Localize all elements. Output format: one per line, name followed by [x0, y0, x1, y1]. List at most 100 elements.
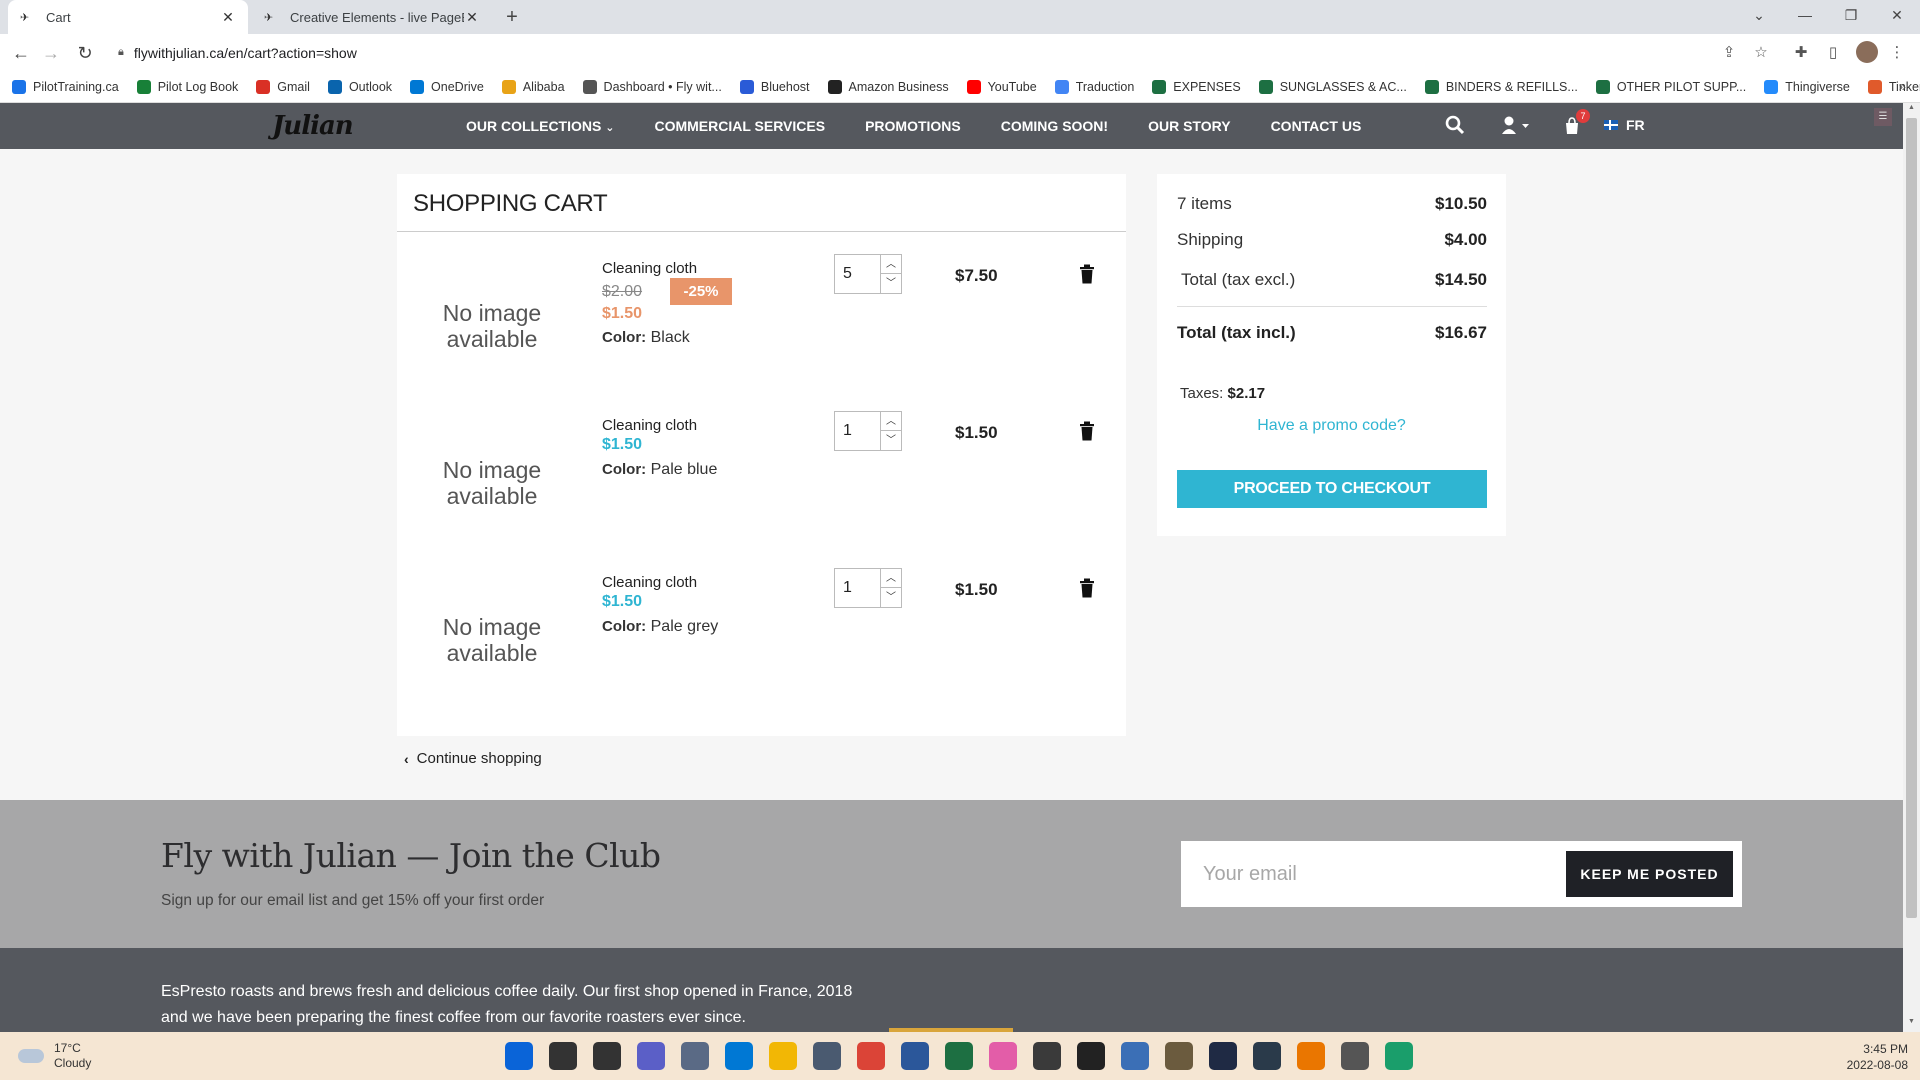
- bookmark-item[interactable]: SUNGLASSES & AC...: [1258, 79, 1407, 94]
- itunes-icon[interactable]: [989, 1042, 1017, 1070]
- chevron-down-icon[interactable]: ﹀: [881, 431, 901, 450]
- chevron-down-icon[interactable]: ﹀: [881, 274, 901, 293]
- search-icon[interactable]: [1445, 115, 1465, 140]
- reload-button[interactable]: ↻: [72, 40, 98, 66]
- bookmark-item[interactable]: OneDrive: [410, 79, 484, 94]
- weather-widget[interactable]: 17°C Cloudy: [18, 1041, 91, 1071]
- blender-icon[interactable]: [1297, 1042, 1325, 1070]
- newsletter-title: Fly with Julian — Join the Club: [161, 836, 661, 875]
- search-app-icon[interactable]: [1341, 1042, 1369, 1070]
- keep-me-posted-button[interactable]: KEEP ME POSTED: [1566, 851, 1733, 897]
- tab-search-icon[interactable]: ⌄: [1736, 0, 1782, 30]
- nav-contact-us[interactable]: CONTACT US: [1271, 118, 1362, 134]
- more-bookmarks-icon[interactable]: »: [1899, 79, 1906, 94]
- product-name[interactable]: Cleaning cloth: [602, 574, 697, 591]
- editor-menu-icon[interactable]: ☰: [1874, 108, 1892, 126]
- task-view-icon[interactable]: [593, 1042, 621, 1070]
- bookmark-item[interactable]: Gmail: [256, 79, 310, 94]
- scrollbar-thumb[interactable]: [1906, 118, 1917, 918]
- restore-button[interactable]: ❐: [1828, 0, 1874, 30]
- cricut-icon[interactable]: [1385, 1042, 1413, 1070]
- nav-promotions[interactable]: PROMOTIONS: [865, 118, 961, 134]
- product-name[interactable]: Cleaning cloth: [602, 417, 697, 434]
- email-field[interactable]: [1181, 841, 1561, 907]
- resolve-icon[interactable]: [1209, 1042, 1237, 1070]
- gimp-icon[interactable]: [1165, 1042, 1193, 1070]
- bookmark-item[interactable]: YouTube: [966, 79, 1037, 94]
- close-tab-icon[interactable]: ✕: [464, 9, 480, 26]
- bookmark-item[interactable]: BINDERS & REFILLS...: [1424, 79, 1578, 94]
- nav-our-collections[interactable]: OUR COLLECTIONS ⌄: [466, 118, 614, 134]
- lock-icon[interactable]: 🔒︎: [118, 46, 124, 59]
- summary-value: $4.00: [1444, 230, 1487, 249]
- trash-icon[interactable]: [1079, 264, 1095, 284]
- trash-icon[interactable]: [1079, 578, 1095, 598]
- bookmark-item[interactable]: Thingiverse: [1764, 79, 1850, 94]
- minimize-button[interactable]: —: [1782, 0, 1828, 30]
- snipping-tool-icon[interactable]: [725, 1042, 753, 1070]
- inkscape-icon[interactable]: [1077, 1042, 1105, 1070]
- extensions-icon[interactable]: ✚: [1790, 42, 1812, 64]
- product-image-placeholder: No image available: [442, 614, 542, 666]
- bookmark-item[interactable]: Tinkercad: [1867, 79, 1920, 94]
- site-logo[interactable]: Julian: [272, 111, 354, 141]
- notepad-icon[interactable]: [1121, 1042, 1149, 1070]
- trash-icon[interactable]: [1079, 421, 1095, 441]
- promo-code-link[interactable]: Have a promo code?: [1157, 417, 1506, 435]
- system-clock[interactable]: 3:45 PM 2022-08-08: [1847, 1041, 1908, 1073]
- bookmark-item[interactable]: Amazon Business: [827, 79, 949, 94]
- url-bar[interactable]: 🔒︎ flywithjulian.ca/en/cart?action=show: [108, 38, 1778, 67]
- scroll-down-arrow-icon[interactable]: ▼: [1906, 1018, 1917, 1030]
- user-account-icon[interactable]: [1501, 115, 1531, 140]
- chevron-down-icon[interactable]: ﹀: [881, 588, 901, 607]
- tab-cart[interactable]: ✈ Cart ✕: [8, 0, 248, 34]
- tab-creative-elements[interactable]: ✈ Creative Elements - live PageBuil ✕: [252, 0, 492, 34]
- nav-coming-soon[interactable]: COMING SOON!: [1001, 118, 1108, 134]
- windows-start-icon[interactable]: [505, 1042, 533, 1070]
- forward-button[interactable]: →: [38, 40, 64, 66]
- bookmark-item[interactable]: Bluehost: [739, 79, 810, 94]
- nav-our-story[interactable]: OUR STORY: [1148, 118, 1230, 134]
- quantity-input[interactable]: [835, 412, 881, 450]
- bookmark-item[interactable]: Dashboard • Fly wit...: [582, 79, 722, 94]
- close-window-button[interactable]: ✕: [1874, 0, 1920, 30]
- nav-commercial-services[interactable]: COMMERCIAL SERVICES: [654, 118, 825, 134]
- chevron-up-icon[interactable]: ︿: [881, 255, 901, 274]
- bookmark-item[interactable]: Alibaba: [501, 79, 565, 94]
- summary-label: Total (tax excl.): [1181, 270, 1296, 289]
- quantity-input[interactable]: [835, 569, 881, 607]
- word-icon[interactable]: [901, 1042, 929, 1070]
- share-icon[interactable]: ⇪: [1718, 42, 1740, 64]
- proceed-to-checkout-button[interactable]: PROCEED TO CHECKOUT: [1177, 470, 1487, 508]
- continue-shopping-link[interactable]: ‹ Continue shopping: [404, 750, 542, 767]
- chevron-up-icon[interactable]: ︿: [881, 412, 901, 431]
- quantity-input[interactable]: [835, 255, 881, 293]
- bookmark-item[interactable]: PilotTraining.ca: [12, 79, 119, 94]
- excel-icon[interactable]: [945, 1042, 973, 1070]
- app-dark-icon[interactable]: [1253, 1042, 1281, 1070]
- file-explorer-icon[interactable]: [769, 1042, 797, 1070]
- language-switcher[interactable]: FR: [1604, 117, 1645, 133]
- search-icon[interactable]: [549, 1042, 577, 1070]
- profile-avatar[interactable]: [1856, 41, 1878, 63]
- summary-label: 7 items: [1177, 194, 1232, 213]
- bookmark-item[interactable]: Traduction: [1054, 79, 1134, 94]
- chrome-menu-icon[interactable]: ⋮: [1886, 42, 1908, 64]
- calculator-icon[interactable]: [813, 1042, 841, 1070]
- teams-chat-icon[interactable]: [637, 1042, 665, 1070]
- bookmark-item[interactable]: EXPENSES: [1152, 79, 1241, 94]
- bookmark-star-icon[interactable]: ☆: [1750, 42, 1772, 64]
- settings-icon[interactable]: [681, 1042, 709, 1070]
- bookmark-item[interactable]: Outlook: [327, 79, 392, 94]
- new-tab-button[interactable]: +: [500, 5, 524, 29]
- side-panel-icon[interactable]: ▯: [1822, 42, 1844, 64]
- bookmark-item[interactable]: Pilot Log Book: [136, 79, 238, 94]
- chrome-icon[interactable]: [857, 1042, 885, 1070]
- chevron-up-icon[interactable]: ︿: [881, 569, 901, 588]
- close-tab-icon[interactable]: ✕: [220, 9, 236, 26]
- scroll-up-arrow-icon[interactable]: ▲: [1906, 104, 1917, 116]
- back-button[interactable]: ←: [8, 40, 34, 66]
- davinci-icon[interactable]: [1033, 1042, 1061, 1070]
- product-name[interactable]: Cleaning cloth: [602, 260, 697, 277]
- bookmark-item[interactable]: OTHER PILOT SUPP...: [1595, 79, 1746, 94]
